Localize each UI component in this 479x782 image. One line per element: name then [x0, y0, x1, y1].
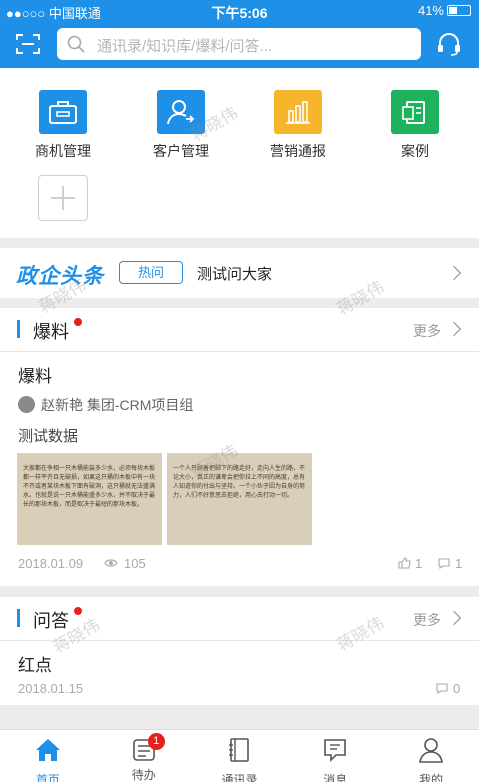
tab-label: 首页 [35, 773, 60, 782]
like-icon[interactable] [398, 557, 411, 569]
user-icon [419, 738, 444, 763]
add-app-button[interactable] [38, 175, 88, 221]
comment-icon[interactable] [436, 683, 448, 694]
clock: 下午5:06 [211, 5, 268, 21]
document-icon [391, 90, 439, 134]
app-label: 营销通报 [270, 143, 326, 159]
contacts-book-icon [229, 738, 250, 762]
comment-count: 1 [455, 556, 463, 571]
app-label: 案例 [401, 143, 429, 159]
section-title: 爆料 [33, 322, 69, 342]
post-date: 2018.01.09 [18, 556, 84, 571]
tab-label: 我的 [419, 773, 444, 782]
app-label: 客户管理 [153, 143, 209, 159]
tab-todo[interactable]: 1 待办 [96, 730, 192, 782]
notification-badge: 1 [147, 733, 165, 750]
home-icon [35, 739, 60, 761]
chevron-right-icon [446, 610, 462, 626]
message-icon [324, 739, 347, 762]
tab-label: 通讯录 [221, 773, 258, 782]
app-label: 商机管理 [35, 143, 91, 159]
app-marketing-report[interactable]: 营销通报 [258, 90, 338, 161]
top-bar: 通讯录/知识库/爆料/问答... [0, 22, 479, 68]
post-image[interactable]: 大家都在争相一只木桶能装多少水，必须每块木板都一样平齐且无破损，如果这只桶的木板… [17, 453, 162, 545]
comment-icon[interactable] [438, 558, 450, 569]
tab-label: 待办 [131, 768, 156, 782]
hot-tag: 热问 [119, 261, 183, 284]
post-author: 赵新艳 集团-CRM项目组 [18, 395, 193, 415]
like-count: 1 [415, 556, 423, 571]
bottom-tab-bar: 首页 1 待办 通讯录 消息 我的 [0, 729, 479, 782]
app-cases[interactable]: 案例 [375, 90, 455, 161]
todo-icon: 1 [131, 733, 165, 763]
new-dot-indicator [74, 607, 82, 615]
status-bar: ●●○○○ 中国联通 下午5:06 41% [0, 0, 479, 22]
image-text: 大家都在争相一只木桶能装多少水，必须每块木板都一样平齐且无破损，如果这只桶的木板… [23, 466, 156, 508]
author-name: 赵新艳 集团-CRM项目组 [41, 397, 194, 413]
section-header: 爆料 更多 [0, 308, 479, 352]
new-dot-indicator [74, 318, 82, 326]
search-input[interactable]: 通讯录/知识库/爆料/问答... [57, 28, 421, 60]
app-opportunity-management[interactable]: 商机管理 [23, 90, 103, 161]
battery-percent: 41% [417, 3, 444, 18]
chevron-right-icon [446, 265, 462, 281]
tab-profile[interactable]: 我的 [383, 730, 479, 782]
baoliao-section: 爆料 更多 爆料 赵新艳 集团-CRM项目组 测试数据 大家都在争相一只木桶能装… [0, 308, 479, 586]
tab-contacts[interactable]: 通讯录 [192, 730, 288, 782]
section-accent-bar [17, 320, 20, 338]
post-date: 2018.01.15 [18, 681, 84, 696]
view-count: 105 [124, 556, 146, 571]
chevron-right-icon [446, 321, 462, 337]
section-accent-bar [17, 609, 20, 627]
tab-home[interactable]: 首页 [0, 730, 96, 782]
eye-icon [104, 559, 118, 567]
more-link[interactable]: 更多 [413, 321, 441, 341]
search-placeholder: 通讯录/知识库/爆料/问答... [97, 38, 273, 55]
more-link[interactable]: 更多 [413, 610, 441, 630]
post-title[interactable]: 红点 [18, 651, 52, 676]
avatar [18, 396, 35, 413]
headset-icon[interactable] [436, 31, 462, 57]
search-icon [67, 35, 85, 53]
comment-count: 0 [453, 681, 461, 696]
tab-label: 消息 [323, 773, 348, 782]
bar-chart-icon [274, 90, 322, 134]
briefcase-icon [39, 90, 87, 134]
post-body: 测试数据 [18, 428, 79, 445]
battery-icon [447, 5, 471, 16]
tab-messages[interactable]: 消息 [287, 730, 383, 782]
battery-indicator: 41% [418, 3, 471, 18]
post-title[interactable]: 爆料 [18, 362, 52, 387]
scan-icon[interactable] [16, 33, 40, 55]
quick-apps-grid: 商机管理 客户管理 营销通报 案例 [0, 68, 479, 238]
headline-text: 测试问大家 [197, 266, 273, 283]
